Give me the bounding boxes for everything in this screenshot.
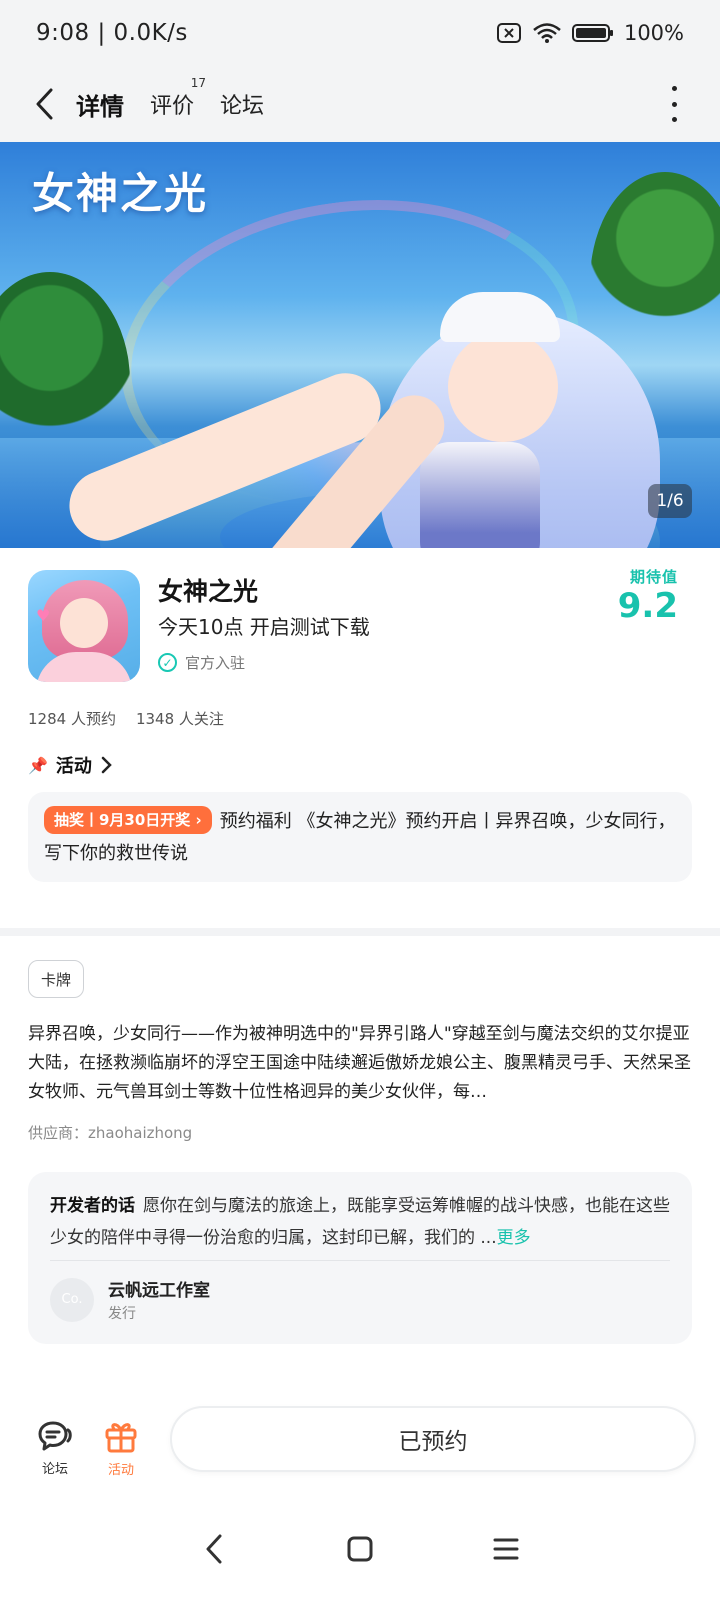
tab-forum[interactable]: 论坛 (220, 84, 264, 124)
system-nav-bar (0, 1498, 720, 1600)
tab-reviews-label: 评价 (150, 94, 195, 119)
wifi-icon (533, 23, 561, 43)
system-menu-button[interactable] (488, 1531, 524, 1567)
tab-details[interactable]: 详情 (72, 83, 128, 126)
app-subtitle: 今天10点 开启测试下载 (158, 615, 370, 639)
activity-card[interactable]: 抽奖丨9月30日开奖 › 预约福利 《女神之光》预约开启丨异界召唤，少女同行，写下… (28, 792, 692, 882)
developer-words: 开发者的话 愿你在剑与魔法的旅途上，既能享受运筹帷幄的战斗快感，也能在这些少女的陪… (50, 1190, 670, 1254)
reviews-count-badge: 17 (190, 76, 207, 90)
expectation-score: 期待值 9.2 (618, 566, 678, 625)
tab-bar: 详情 评价 17 论坛 (72, 76, 264, 126)
status-bar: 9:08 | 0.0K/s 100% (0, 0, 720, 66)
score-label: 期待值 (629, 568, 678, 586)
developer-card: 开发者的话 愿你在剑与魔法的旅途上，既能享受运筹帷幄的战斗快感，也能在这些少女的陪… (28, 1172, 692, 1344)
more-options-button[interactable] (668, 86, 680, 122)
developer-words-heading: 开发者的话 (50, 1196, 135, 1216)
nav-back-icon (206, 1534, 222, 1564)
tab-forum-label: 论坛 (220, 94, 265, 119)
activity-heading: 活动 (55, 756, 92, 777)
battery-icon (571, 24, 613, 42)
app-icon: ♥ (28, 570, 140, 682)
activity-button[interactable]: 活动 (88, 1419, 154, 1478)
heart-icon: ♥ (36, 606, 51, 625)
forum-icon (38, 1421, 72, 1450)
back-button[interactable] (24, 84, 64, 124)
lottery-tag: 抽奖丨9月30日开奖 › (44, 806, 212, 834)
official-badge: ✓ 官方入驻 (158, 652, 245, 673)
status-time: 9:08 | 0.0K/s (36, 20, 188, 46)
section-divider (0, 928, 720, 936)
more-vertical-icon (671, 86, 677, 91)
status-icons: 100% (496, 21, 684, 45)
sim-off-icon (496, 23, 521, 43)
bottom-action-bar: 论坛 活动 已预约 (0, 1398, 720, 1498)
developer-studio[interactable]: Co. 云帆远工作室 发行 (50, 1276, 210, 1323)
banner-game-logo: 女神之光 (32, 169, 209, 218)
stats-row: 1284 人预约 1348 人关注 (28, 708, 224, 729)
banner-carousel[interactable]: 女神之光 1/6 (0, 142, 720, 548)
banner-page-counter: 1/6 (648, 484, 692, 518)
genre-tag[interactable]: 卡牌 (28, 960, 85, 998)
developer-words-text: 愿你在剑与魔法的旅途上，既能享受运筹帷幄的战斗快感，也能在这些少女的陪伴中寻得一… (50, 1196, 670, 1248)
tab-reviews[interactable]: 评价 17 (150, 76, 206, 124)
supplier-label: 供应商：zhaohaizhong (28, 1124, 193, 1142)
forum-button[interactable]: 论坛 (22, 1420, 88, 1477)
studio-name: 云帆远工作室 (108, 1281, 210, 1301)
studio-role: 发行 (108, 1306, 136, 1322)
check-circle-icon: ✓ (158, 653, 177, 672)
reserved-button[interactable]: 已预约 (170, 1406, 696, 1472)
reservation-count: 1284 人预约 (28, 710, 116, 728)
follower-count: 1348 人关注 (135, 710, 224, 728)
activity-label: 活动 (107, 1462, 134, 1478)
pin-icon: 📌 (28, 755, 48, 775)
battery-percent: 100% (623, 21, 684, 45)
back-arrow-icon (36, 88, 53, 120)
score-value: 9.2 (617, 586, 678, 626)
studio-avatar: Co. (50, 1277, 94, 1322)
nav-home-icon (347, 1536, 373, 1562)
system-back-button[interactable] (196, 1531, 232, 1567)
official-label: 官方入驻 (185, 654, 246, 672)
nav-menu-icon (493, 1538, 519, 1560)
top-nav: 详情 评价 17 论坛 (0, 66, 720, 142)
app-name: 女神之光 (158, 577, 259, 606)
chevron-right-icon (101, 756, 112, 774)
system-home-button[interactable] (342, 1531, 378, 1567)
forum-label: 论坛 (41, 1461, 68, 1477)
description-text[interactable]: 异界召唤，少女同行——作为被神明选中的"异界引路人"穿越至剑与魔法交织的艾尔提亚… (28, 1020, 692, 1107)
gift-icon (105, 1422, 137, 1452)
more-link[interactable]: 更多 (497, 1228, 531, 1248)
activity-header[interactable]: 📌 活动 (28, 752, 112, 778)
game-info-section: ♥ 女神之光 今天10点 开启测试下载 ✓ 官方入驻 期待值 9.2 1284 … (0, 548, 720, 928)
tab-details-label: 详情 (76, 92, 124, 121)
